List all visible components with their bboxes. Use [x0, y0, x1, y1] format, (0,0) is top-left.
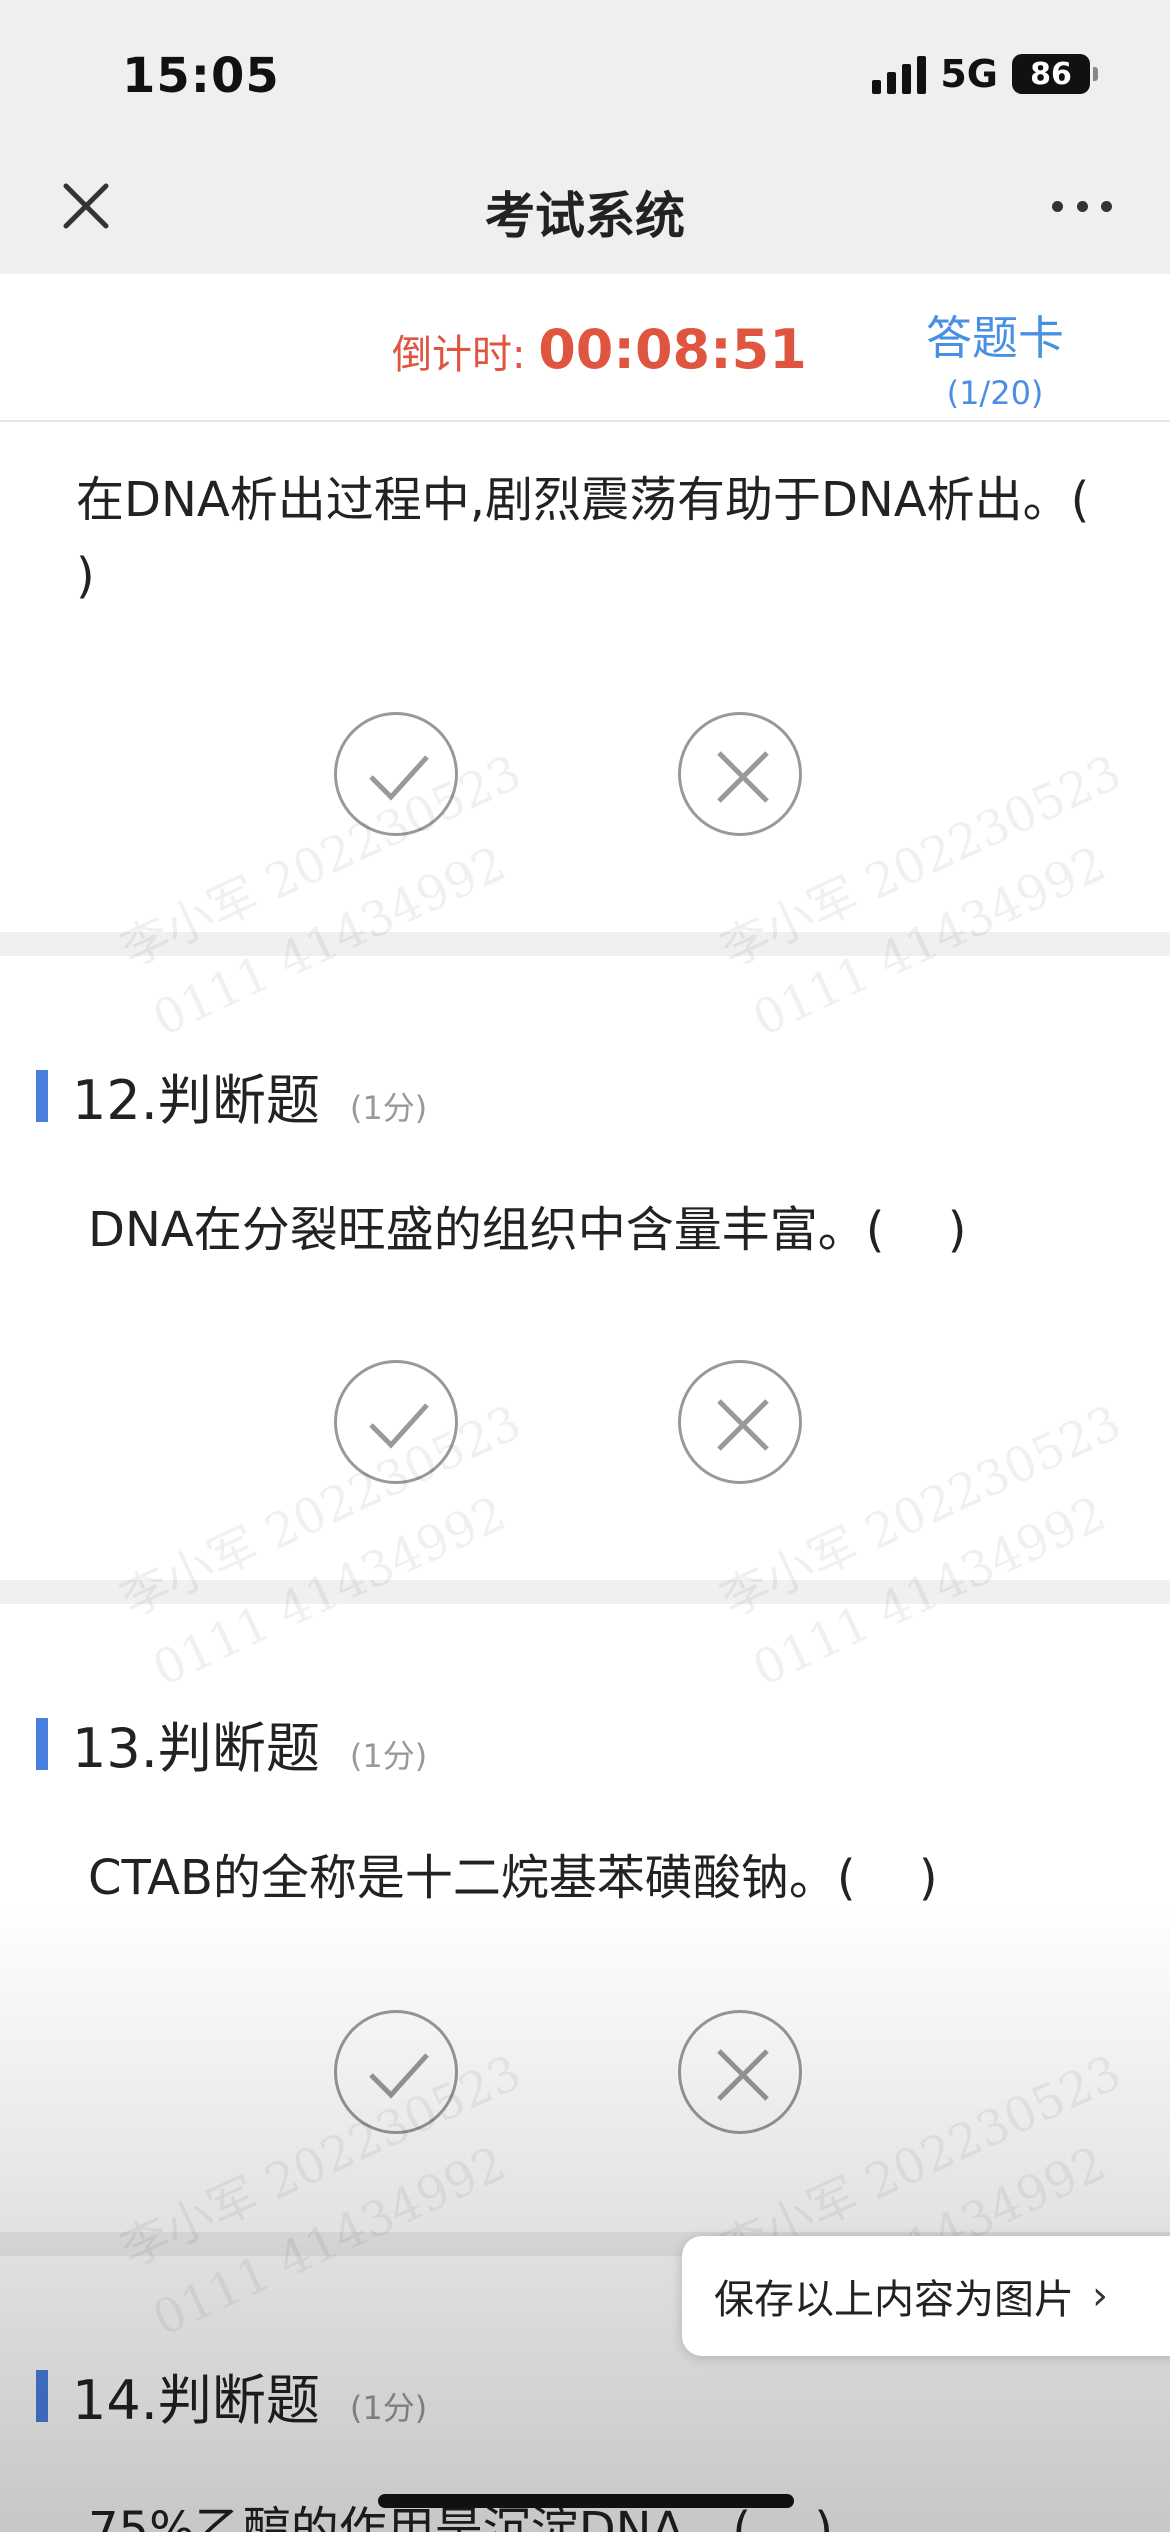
home-indicator[interactable]	[378, 2494, 794, 2508]
countdown-value: 00:08:51	[538, 318, 807, 381]
timer-bar: 倒计时: 00:08:51 答题卡 (1/20)	[0, 274, 1170, 422]
answer-card-label: 答题卡	[926, 311, 1064, 365]
save-as-image-button[interactable]: 保存以上内容为图片 ›	[682, 2236, 1170, 2356]
question-type: 判断题	[157, 2369, 320, 2432]
question-11: 在DNA析出过程中,剧烈震荡有助于DNA析出。( )	[0, 424, 1170, 932]
network-label: 5G	[940, 52, 998, 96]
page-title: 考试系统	[485, 187, 685, 245]
cross-icon	[717, 2049, 769, 2101]
question-score: (1分)	[349, 2389, 428, 2427]
false-choice[interactable]	[678, 1360, 802, 1484]
question-marker	[36, 1069, 48, 1122]
countdown: 倒计时: 00:08:51	[392, 318, 807, 381]
cross-icon	[717, 1399, 769, 1451]
more-dots-icon[interactable]	[1052, 192, 1112, 220]
question-marker	[36, 2369, 48, 2422]
true-choice[interactable]	[334, 2010, 458, 2134]
status-icons: 5G 86	[872, 52, 1098, 96]
question-text: 在DNA析出过程中,剧烈震荡有助于DNA析出。( )	[76, 472, 1153, 604]
question-type: 判断题	[157, 1069, 320, 1132]
divider	[0, 932, 1170, 956]
question-marker	[36, 1717, 48, 1770]
battery-icon: 86	[1012, 54, 1098, 94]
question-12: 12. 判断题 (1分) DNA在分裂旺盛的组织中含量丰富。( )	[0, 956, 1170, 1580]
answer-card-button[interactable]: 答题卡 (1/20)	[926, 302, 1064, 412]
question-header: 12. 判断题 (1分)	[36, 1056, 427, 1135]
question-text: CTAB的全称是十二烷基苯磺酸钠。( )	[88, 1850, 938, 1906]
battery-level: 86	[1030, 56, 1072, 92]
question-text: DNA在分裂旺盛的组织中含量丰富。( )	[88, 1202, 967, 1258]
answer-card-count: (1/20)	[946, 374, 1044, 412]
save-as-image-label: 保存以上内容为图片	[714, 2277, 1074, 2323]
false-choice[interactable]	[678, 712, 802, 836]
true-choice[interactable]	[334, 1360, 458, 1484]
cross-icon	[717, 751, 769, 803]
question-number: 14.	[72, 2369, 158, 2432]
question-score: (1分)	[349, 1089, 428, 1127]
question-number: 13.	[72, 1717, 158, 1780]
true-choice[interactable]	[334, 712, 458, 836]
check-icon	[369, 2053, 429, 2099]
check-icon	[369, 755, 429, 801]
question-header: 14. 判断题 (1分)	[36, 2356, 427, 2435]
question-header: 13. 判断题 (1分)	[36, 1704, 427, 1783]
false-choice[interactable]	[678, 2010, 802, 2134]
top-bar: 15:05 5G 86 考试系统	[0, 0, 1170, 274]
question-13: 13. 判断题 (1分) CTAB的全称是十二烷基苯磺酸钠。( )	[0, 1604, 1170, 2232]
question-score: (1分)	[349, 1737, 428, 1775]
check-icon	[369, 1403, 429, 1449]
question-number: 12.	[72, 1069, 158, 1132]
signal-icon	[872, 54, 927, 94]
countdown-label: 倒计时:	[392, 332, 539, 378]
divider	[0, 1580, 1170, 1604]
chevron-right-icon: ›	[1092, 2273, 1108, 2319]
status-time: 15:05	[122, 48, 280, 104]
question-type: 判断题	[157, 1717, 320, 1780]
